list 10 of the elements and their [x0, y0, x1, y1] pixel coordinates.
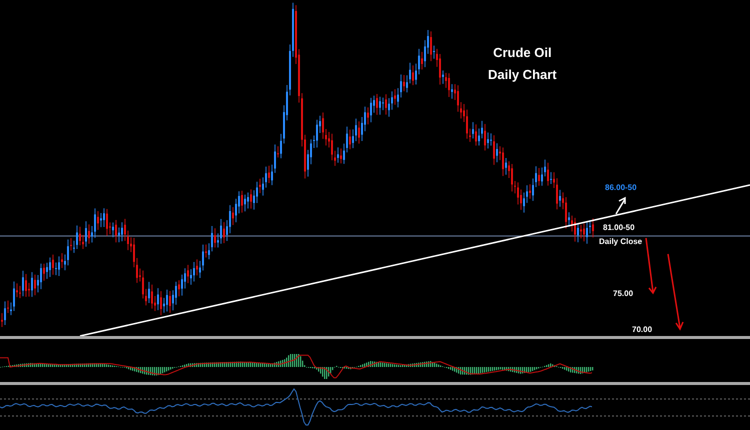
price-label: 81.00-50 [603, 222, 635, 234]
down-arrow-icon [645, 238, 657, 294]
price-label: 75.00 [613, 288, 634, 300]
chart-title: Daily Chart [488, 66, 557, 84]
price-label: Daily Close [599, 236, 642, 248]
down-arrow-icon [667, 254, 684, 331]
up-arrow-icon [615, 196, 626, 214]
price-label: 70.00 [632, 324, 652, 336]
chart-title: Crude Oil [493, 44, 552, 62]
price-label: 86.00-50 [605, 182, 637, 194]
